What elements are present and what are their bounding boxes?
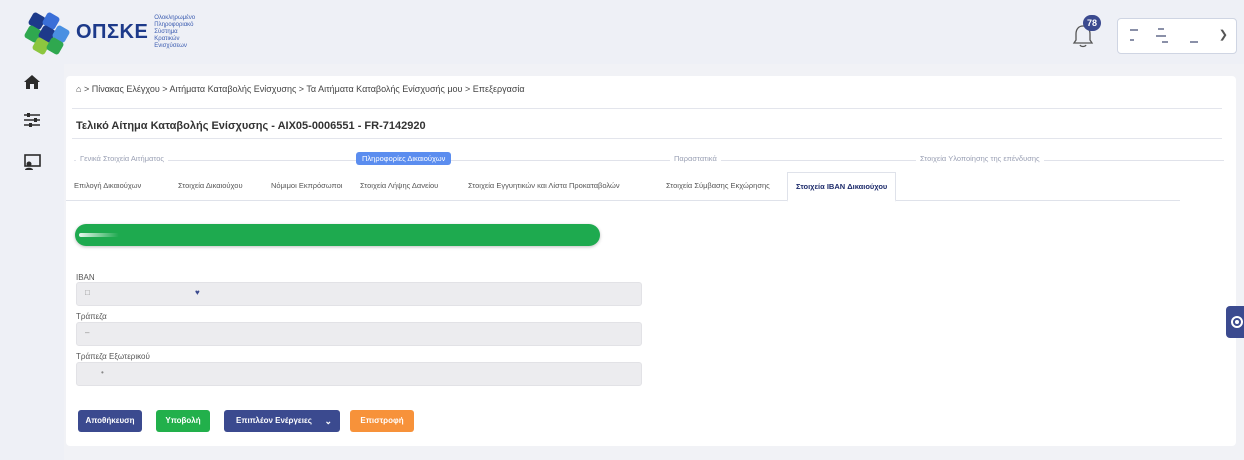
tab-select-beneficiaries[interactable]: Επιλογή Δικαιούχων (74, 181, 141, 190)
tab-bar: Επιλογή Δικαιούχων Στοιχεία Δικαιούχου Ν… (66, 172, 1180, 202)
logo-text: ΟΠΣΚΕ (76, 20, 149, 43)
tab-guarantees[interactable]: Στοιχεία Εγγυητικών και Λίστα Προκαταβολ… (468, 181, 620, 190)
divider (72, 108, 1222, 109)
iban-field[interactable]: □ ♥ (76, 282, 642, 306)
step-implementation[interactable]: Στοιχεία Υλοποίησης της επένδυσης (916, 154, 1044, 163)
more-actions-label: Επιπλέον Ενέργειες (236, 416, 312, 425)
tab-assignment-contract[interactable]: Στοιχεία Σύμβασης Εκχώρησης (666, 181, 770, 190)
tab-loan-details[interactable]: Στοιχεία Λήψης Δανείου (360, 181, 438, 190)
bank-label: Τράπεζα (76, 312, 107, 321)
divider (72, 138, 1222, 139)
tab-legal-representatives[interactable]: Νόμιμοι Εκπρόσωποι (271, 181, 342, 190)
tab-iban[interactable]: Στοιχεία IBAN Δικαιούχου (787, 172, 897, 202)
chevron-down-icon[interactable]: ❯ (1219, 28, 1228, 41)
foreign-bank-label: Τράπεζα Εξωτερικού (76, 352, 150, 361)
progress-bar-highlight (79, 233, 119, 237)
foreign-bank-field[interactable]: • (76, 362, 642, 386)
screen-user-icon[interactable] (22, 152, 42, 172)
home-icon[interactable] (22, 72, 42, 92)
tab-beneficiary-details[interactable]: Στοιχεία Δικαιούχου (178, 181, 243, 190)
bank-field-marker-icon: – (85, 328, 90, 337)
bank-field[interactable]: – (76, 322, 642, 346)
logo-mark-icon (23, 11, 72, 56)
steps-line (74, 160, 1224, 161)
more-actions-button[interactable]: Επιπλέον Ενέργειες ⌄ (224, 410, 340, 432)
progress-bar (75, 224, 600, 246)
page-title: Τελικό Αίτημα Καταβολής Ενίσχυσης - ΑΙΧ0… (76, 120, 426, 132)
save-button[interactable]: Αποθήκευση (78, 410, 142, 432)
home-small-icon[interactable]: ⌂ (76, 84, 81, 94)
app-logo[interactable]: ΟΠΣΚΕ Ολοκληρωμένο Πληροφοριακό Σύστημα … (23, 11, 204, 56)
breadcrumb: ⌂ > Πίνακας Ελέγχου > Αιτήματα Καταβολής… (76, 84, 525, 94)
sidebar (0, 64, 64, 460)
breadcrumb-text[interactable]: > Πίνακας Ελέγχου > Αιτήματα Καταβολής Ε… (84, 84, 525, 94)
foreign-bank-field-marker-icon: • (101, 368, 104, 377)
back-button[interactable]: Επιστροφή (350, 410, 414, 432)
settings-tab[interactable] (1226, 306, 1244, 338)
top-bar: ΟΠΣΚΕ Ολοκληρωμένο Πληροφοριακό Σύστημα … (0, 0, 1244, 64)
logo-subtitle: Ολοκληρωμένο Πληροφοριακό Σύστημα Κρατικ… (154, 14, 196, 49)
chevron-down-icon: ⌄ (324, 416, 332, 426)
sliders-icon[interactable] (22, 110, 42, 130)
copy-icon[interactable]: □ (85, 288, 90, 297)
heart-icon: ♥ (195, 288, 200, 297)
gear-icon (1231, 316, 1243, 328)
main-card: ⌂ > Πίνακας Ελέγχου > Αιτήματα Καταβολής… (66, 76, 1236, 446)
step-documents[interactable]: Παραστατικά (670, 154, 721, 163)
step-general-info[interactable]: Γενικά Στοιχεία Αιτήματος (76, 154, 168, 163)
notification-badge: 78 (1083, 15, 1101, 31)
iban-label: IBAN (76, 273, 95, 282)
user-menu[interactable]: ❯ (1117, 18, 1237, 54)
submit-button[interactable]: Υποβολή (156, 410, 210, 432)
step-beneficiary-info[interactable]: Πληροφορίες Δικαιούχων (356, 152, 452, 165)
